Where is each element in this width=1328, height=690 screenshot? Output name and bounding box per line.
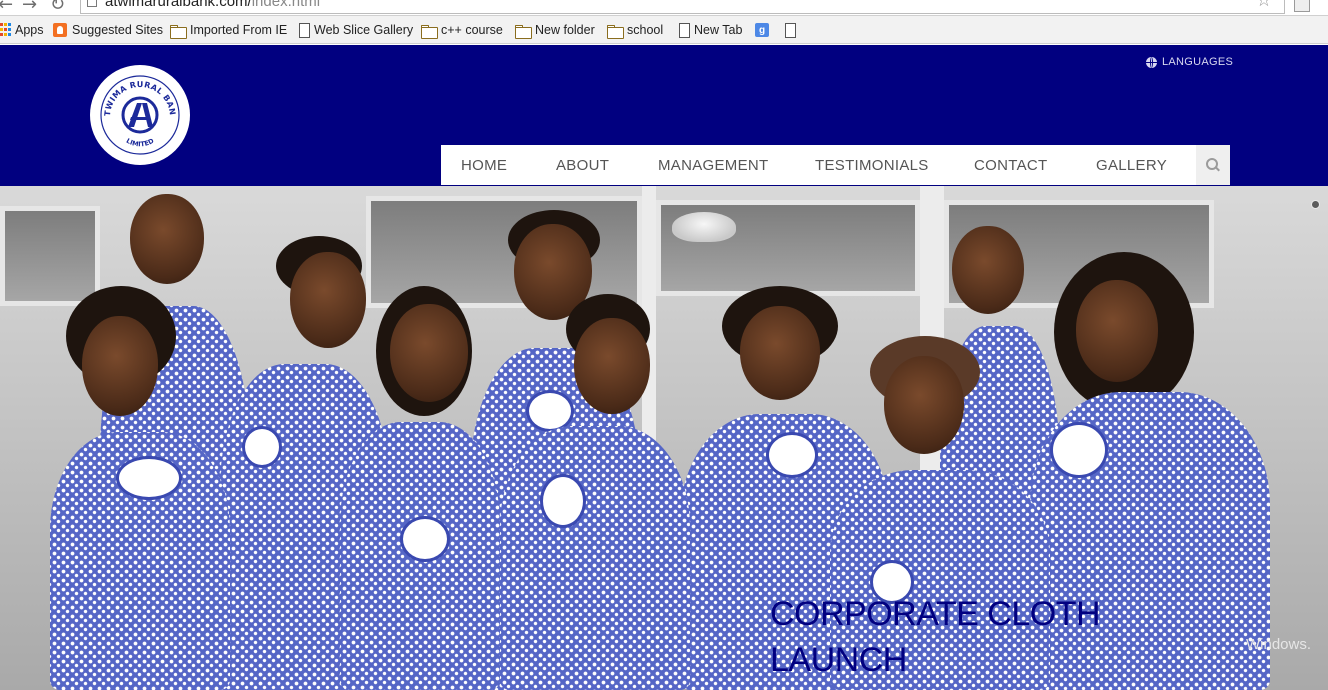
nav-home[interactable]: HOME [461, 157, 507, 174]
windows-watermark: Windows. [1246, 636, 1312, 653]
bookmark-star-icon[interactable]: ☆ [1256, 0, 1272, 11]
google-icon: g [755, 23, 769, 37]
browser-toolbar: ← → ↻ atwimaruralbank.com/index.html ☆ [0, 0, 1328, 16]
logo-text-bottom: LIMITED [125, 137, 156, 149]
bookmark-suggested-sites[interactable]: Suggested Sites [53, 22, 163, 38]
svg-text:LIMITED: LIMITED [125, 137, 156, 149]
bookmark-label: New Tab [694, 23, 743, 37]
nav-gallery[interactable]: GALLERY [1096, 157, 1167, 174]
folder-icon [421, 23, 438, 39]
page-icon [784, 23, 796, 38]
bookmark-new-tab[interactable]: New Tab [678, 22, 742, 38]
url-text[interactable]: atwimaruralbank.com/index.html [105, 0, 320, 10]
url-path: index.html [251, 0, 321, 10]
bank-logo[interactable]: ATWIMA RURAL BANK LIMITED [90, 65, 190, 165]
bookmark-school[interactable]: school [607, 22, 664, 39]
bookmark-label: Apps [15, 23, 44, 37]
address-bar[interactable]: atwimaruralbank.com/index.html ☆ [80, 0, 1285, 14]
apps-grid-icon [0, 23, 11, 37]
folder-icon [607, 23, 624, 39]
bookmark-label: school [627, 23, 664, 37]
bookmark-label: Web Slice Gallery [314, 23, 414, 37]
nav-about[interactable]: ABOUT [556, 157, 609, 174]
reload-icon[interactable]: ↻ [50, 0, 65, 14]
globe-icon [1146, 56, 1157, 68]
bookmark-label: New folder [535, 23, 595, 37]
bookmark-apps[interactable]: Apps [0, 22, 44, 38]
bookmark-label: Suggested Sites [72, 23, 164, 37]
forward-arrow-icon[interactable]: → [22, 0, 37, 14]
bookmark-label: c++ course [441, 23, 503, 37]
bookmark-google[interactable]: g [755, 22, 774, 38]
extension-icon[interactable] [1294, 0, 1310, 12]
slide-caption: CORPORATE CLOTH LAUNCH [770, 591, 1190, 683]
search-icon [1206, 158, 1220, 172]
main-navigation: HOME ABOUT MANAGEMENT TESTIMONIALS CONTA… [441, 145, 1230, 185]
page-icon [87, 0, 97, 7]
page-icon [298, 23, 310, 38]
suggested-sites-icon [53, 23, 67, 37]
folder-icon [515, 23, 532, 39]
bookmark-cpp-course[interactable]: c++ course [421, 22, 503, 39]
languages-menu[interactable]: LANGUAGES [1146, 56, 1233, 68]
staff-member [340, 286, 500, 690]
hero-slide[interactable]: CORPORATE CLOTH LAUNCH Windows. [0, 186, 1328, 690]
bookmarks-bar: Apps Suggested Sites Imported From IE We… [0, 16, 1328, 44]
staff-member [20, 286, 230, 690]
ceiling-lamp [672, 212, 736, 242]
bookmark-imported-from-ie[interactable]: Imported From IE [170, 22, 288, 39]
page-icon [678, 23, 690, 38]
back-arrow-icon[interactable]: ← [0, 0, 13, 14]
bookmark-web-slice-gallery[interactable]: Web Slice Gallery [298, 22, 413, 38]
bank-logo-emblem: ATWIMA RURAL BANK LIMITED [90, 65, 180, 155]
nav-management[interactable]: MANAGEMENT [658, 157, 769, 174]
slider-dot[interactable] [1311, 200, 1320, 209]
folder-icon [170, 23, 187, 39]
languages-label: LANGUAGES [1162, 56, 1234, 68]
bookmark-page[interactable] [784, 22, 800, 38]
site-header: ATWIMA RURAL BANK LIMITED LANGUAGES HOME… [0, 45, 1328, 186]
nav-testimonials[interactable]: TESTIMONIALS [815, 157, 929, 174]
slide-caption-line1: CORPORATE CLOTH [770, 595, 1101, 633]
bookmark-new-folder[interactable]: New folder [515, 22, 595, 39]
staff-member [500, 294, 690, 690]
url-domain: atwimaruralbank.com/ [105, 0, 252, 10]
search-button[interactable] [1196, 145, 1230, 185]
nav-contact[interactable]: CONTACT [974, 157, 1047, 174]
bookmark-label: Imported From IE [190, 23, 288, 37]
slide-caption-line2: LAUNCH [770, 641, 907, 679]
